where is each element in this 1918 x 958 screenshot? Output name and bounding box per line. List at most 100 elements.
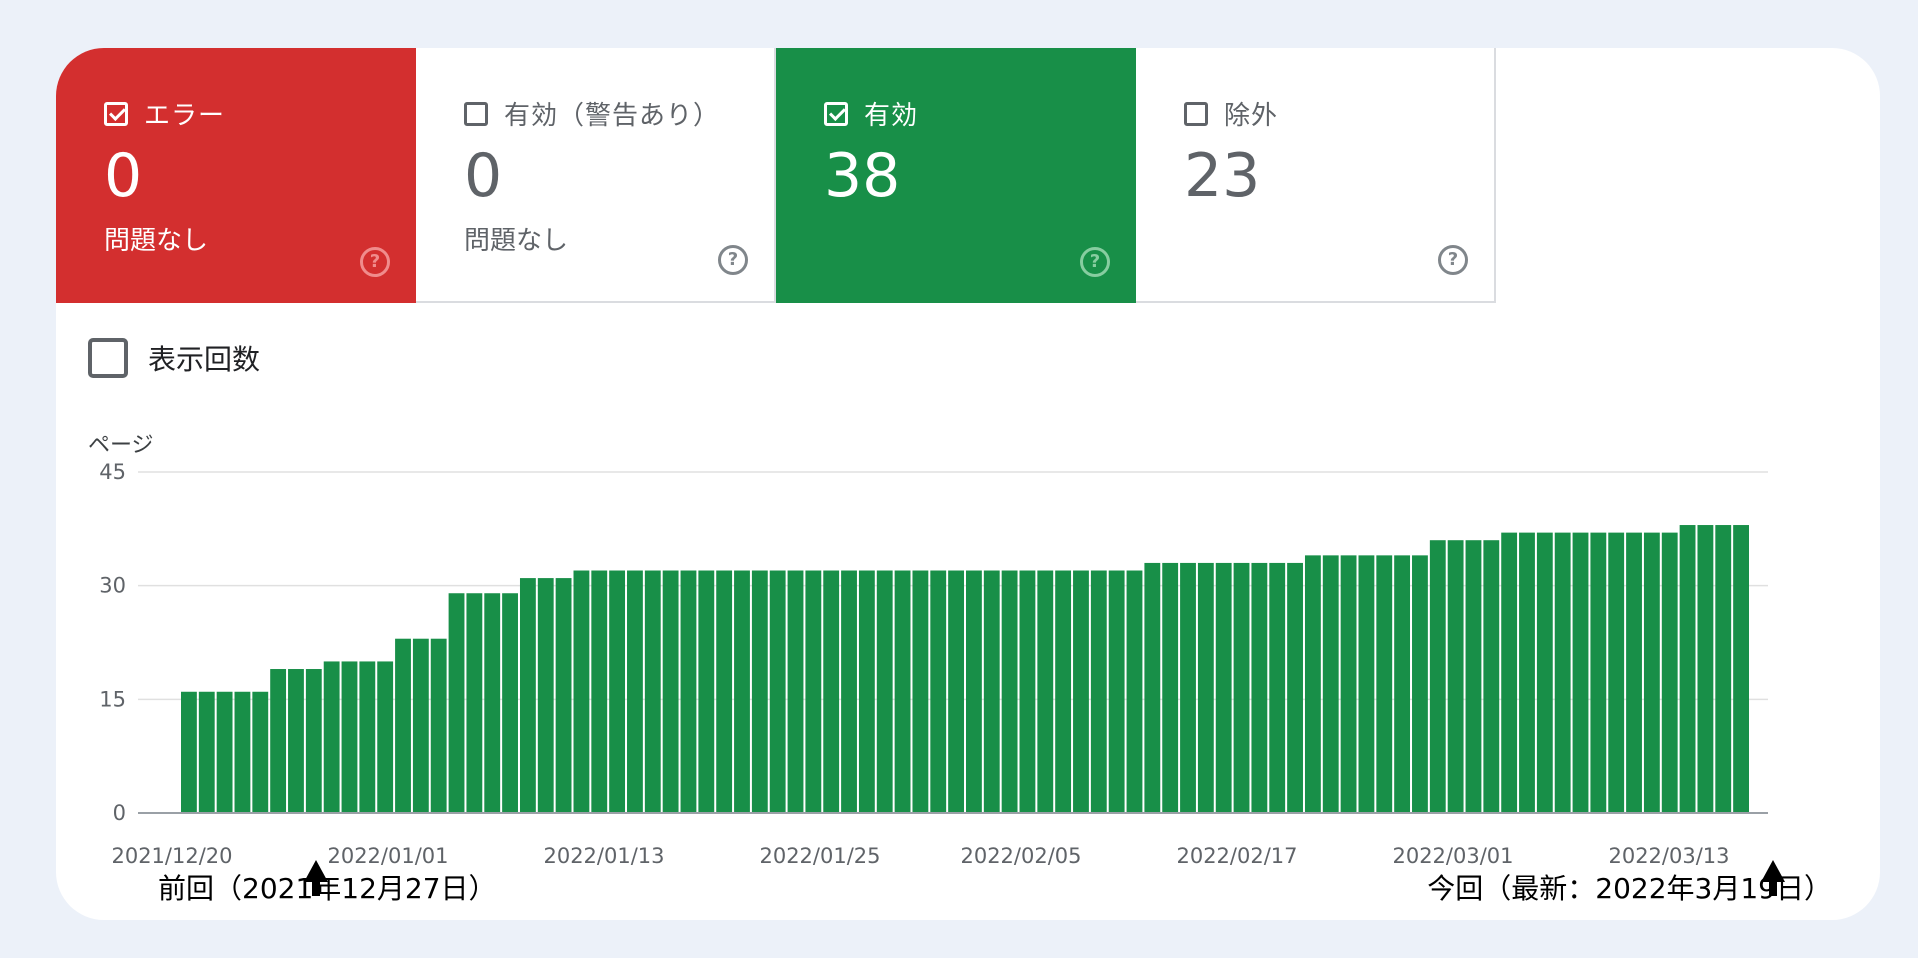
- bar[interactable]: [1358, 555, 1375, 813]
- bar[interactable]: [1447, 540, 1464, 813]
- bar[interactable]: [1001, 570, 1018, 813]
- bar[interactable]: [1626, 532, 1642, 813]
- bar[interactable]: [466, 593, 483, 813]
- bar[interactable]: [716, 570, 733, 813]
- bar[interactable]: [698, 570, 715, 813]
- bar[interactable]: [1501, 532, 1518, 813]
- x-tick-labels: 2021/12/20 2022/01/01 2022/01/13 2022/01/25…: [111, 844, 1729, 868]
- x-tick-label: 2022/02/17: [1176, 844, 1297, 868]
- bar[interactable]: [787, 570, 804, 813]
- x-tick-label: 2022/01/25: [759, 844, 880, 868]
- bar[interactable]: [537, 578, 554, 813]
- previous-annotation: 前回（2021年12月27日）: [158, 872, 497, 905]
- bar[interactable]: [591, 570, 608, 813]
- bar[interactable]: [1661, 532, 1678, 813]
- bar[interactable]: [1554, 532, 1571, 813]
- bar[interactable]: [1144, 562, 1161, 813]
- y-axis-title: ページ: [88, 433, 154, 458]
- bar[interactable]: [1715, 525, 1732, 813]
- bar[interactable]: [252, 691, 269, 813]
- bar[interactable]: [876, 570, 893, 813]
- bar[interactable]: [1590, 532, 1607, 813]
- bar[interactable]: [555, 578, 572, 813]
- bar[interactable]: [1108, 570, 1125, 813]
- bar[interactable]: [1733, 525, 1749, 813]
- bar[interactable]: [1180, 562, 1196, 813]
- bar[interactable]: [930, 570, 947, 813]
- bar[interactable]: [1536, 532, 1553, 813]
- bar[interactable]: [751, 570, 768, 813]
- bar[interactable]: [805, 570, 822, 813]
- bar[interactable]: [1197, 562, 1214, 813]
- bar[interactable]: [1055, 570, 1072, 813]
- bar[interactable]: [1233, 562, 1250, 813]
- bar[interactable]: [519, 578, 536, 813]
- bar[interactable]: [1340, 555, 1357, 813]
- bar[interactable]: [1679, 525, 1696, 813]
- bar[interactable]: [1643, 532, 1660, 813]
- bar[interactable]: [1287, 562, 1303, 813]
- bar[interactable]: [627, 570, 643, 813]
- bar[interactable]: [395, 638, 411, 813]
- bar[interactable]: [234, 691, 251, 813]
- bar[interactable]: [662, 570, 679, 813]
- bar[interactable]: [948, 570, 964, 813]
- bar[interactable]: [1483, 540, 1500, 813]
- bar[interactable]: [1608, 532, 1625, 813]
- pages-bar-chart: ページ 0 15 30 45 2021/12/20 2022/01/01 2022/01/…: [88, 433, 1832, 905]
- bar[interactable]: [573, 570, 590, 813]
- bar[interactable]: [1037, 570, 1054, 813]
- bar[interactable]: [1304, 555, 1321, 813]
- bar[interactable]: [1376, 555, 1393, 813]
- bar[interactable]: [680, 570, 697, 813]
- bar[interactable]: [823, 570, 840, 813]
- bar[interactable]: [412, 638, 429, 813]
- bar[interactable]: [1412, 555, 1428, 813]
- bars: [181, 525, 1749, 813]
- bar[interactable]: [609, 570, 626, 813]
- bar[interactable]: [1465, 540, 1482, 813]
- bar[interactable]: [270, 669, 287, 813]
- bar[interactable]: [858, 570, 875, 813]
- bar[interactable]: [341, 661, 358, 813]
- bar[interactable]: [216, 691, 233, 813]
- bar[interactable]: [1073, 570, 1089, 813]
- bar[interactable]: [912, 570, 929, 813]
- bar[interactable]: [1429, 540, 1446, 813]
- bar[interactable]: [377, 661, 394, 813]
- x-tick-label: 2022/03/01: [1392, 844, 1513, 868]
- bar[interactable]: [841, 570, 857, 813]
- bar[interactable]: [305, 669, 322, 813]
- y-tick-label: 30: [99, 574, 126, 598]
- bar[interactable]: [1269, 562, 1286, 813]
- bar[interactable]: [1019, 570, 1036, 813]
- bar[interactable]: [983, 570, 1000, 813]
- bar[interactable]: [1126, 570, 1143, 813]
- bar[interactable]: [1251, 562, 1268, 813]
- bar[interactable]: [734, 570, 750, 813]
- x-tick-label: 2022/03/13: [1608, 844, 1729, 868]
- bar[interactable]: [430, 638, 447, 813]
- bar[interactable]: [359, 661, 376, 813]
- bar[interactable]: [181, 691, 197, 813]
- bar[interactable]: [894, 570, 911, 813]
- bar[interactable]: [1090, 570, 1107, 813]
- x-tick-label: 2022/01/13: [543, 844, 664, 868]
- bar[interactable]: [288, 669, 304, 813]
- bar[interactable]: [502, 593, 518, 813]
- bar[interactable]: [1394, 555, 1411, 813]
- bar[interactable]: [484, 593, 501, 813]
- bar[interactable]: [966, 570, 982, 813]
- bar[interactable]: [1697, 525, 1714, 813]
- bar[interactable]: [323, 661, 340, 813]
- bar[interactable]: [448, 593, 465, 813]
- y-tick-labels: 0 15 30 45: [99, 460, 126, 825]
- bar[interactable]: [1519, 532, 1535, 813]
- bar[interactable]: [1322, 555, 1339, 813]
- bar[interactable]: [769, 570, 786, 813]
- bar[interactable]: [1572, 532, 1589, 813]
- bar[interactable]: [644, 570, 661, 813]
- bar[interactable]: [1215, 562, 1232, 813]
- bar[interactable]: [1162, 562, 1179, 813]
- bar[interactable]: [198, 691, 215, 813]
